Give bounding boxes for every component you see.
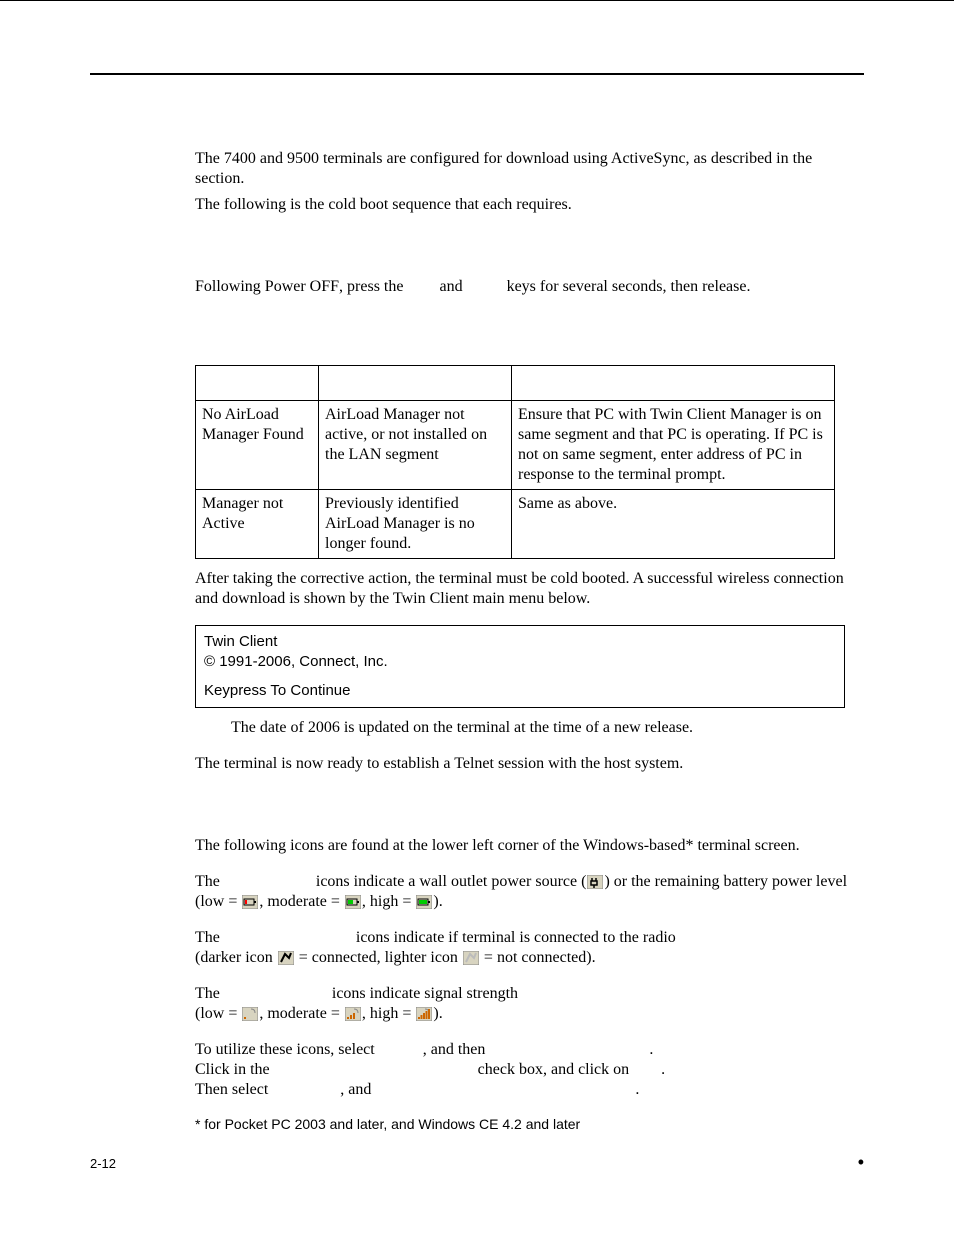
- table-header: [196, 366, 319, 401]
- text: To utilize these icons, select: [195, 1041, 379, 1058]
- text: The: [195, 985, 224, 1002]
- cell-cause: AirLoad Manager not active, or not insta…: [319, 401, 512, 490]
- radio-icons-paragraph: The icons indicate if terminal is connec…: [195, 928, 864, 968]
- note-paragraph: The date of 2006 is updated on the termi…: [231, 718, 864, 738]
- after-table-paragraph: After taking the corrective action, the …: [195, 569, 864, 609]
- terminal-line: Twin Client: [204, 632, 836, 652]
- text: The 7400 and 9500 terminals are configur…: [195, 150, 812, 167]
- battery-high-icon: [416, 895, 432, 909]
- text: Then select: [195, 1081, 272, 1098]
- page-footer: 2-12 •: [90, 1151, 864, 1174]
- text: The: [195, 929, 224, 946]
- cell-action: Ensure that PC with Twin Client Manager …: [512, 401, 835, 490]
- text: icons indicate if terminal is connected …: [352, 929, 676, 946]
- radio-notconnected-icon: [463, 951, 479, 965]
- table-header: [512, 366, 835, 401]
- text: , moderate =: [259, 893, 344, 910]
- text: .: [635, 1081, 639, 1098]
- terminal-line: © 1991-2006, Connect, Inc.: [204, 652, 836, 672]
- text: check box, and click on: [474, 1061, 634, 1078]
- plug-icon: [587, 875, 603, 889]
- signal-icons-paragraph: The icons indicate signal strength (low …: [195, 984, 864, 1024]
- body-content: The 7400 and 9500 terminals are configur…: [195, 149, 864, 1133]
- page: The 7400 and 9500 terminals are configur…: [0, 0, 954, 1235]
- signal-low-icon: [242, 1007, 258, 1021]
- text: , and then: [423, 1041, 490, 1058]
- terminal-line: Keypress To Continue: [204, 681, 836, 701]
- troubleshoot-table: No AirLoad Manager Found AirLoad Manager…: [195, 365, 835, 559]
- utilize-paragraph: To utilize these icons, select , and the…: [195, 1040, 864, 1100]
- text: and: [435, 278, 466, 295]
- text-off: OFF: [310, 278, 339, 295]
- footer-dot-icon: •: [858, 1151, 864, 1174]
- text: ).: [433, 1005, 442, 1022]
- terminal-screen: Twin Client © 1991-2006, Connect, Inc. K…: [195, 625, 845, 708]
- text: = connected, lighter icon: [295, 949, 462, 966]
- signal-high-icon: [416, 1007, 432, 1021]
- page-number: 2-12: [90, 1156, 116, 1172]
- cell-message: No AirLoad Manager Found: [196, 401, 319, 490]
- intro-paragraph: The 7400 and 9500 terminals are configur…: [195, 149, 864, 189]
- power-icons-paragraph: The icons indicate a wall outlet power s…: [195, 872, 864, 912]
- cell-action: Same as above.: [512, 490, 835, 559]
- boot-sequence-line: Following Power OFF, press the and keys …: [195, 277, 864, 297]
- text: icons indicate signal strength: [328, 985, 518, 1002]
- text: , high =: [362, 1005, 415, 1022]
- text: , press the: [339, 278, 407, 295]
- icons-intro: The following icons are found at the low…: [195, 836, 864, 856]
- text: (low =: [195, 1005, 241, 1022]
- battery-low-icon: [242, 895, 258, 909]
- cell-message: Manager not Active: [196, 490, 319, 559]
- text: Following Power: [195, 278, 310, 295]
- text: The: [195, 873, 224, 890]
- text: , and: [340, 1081, 375, 1098]
- text: keys for several seconds, then release.: [503, 278, 751, 295]
- text: section.: [195, 170, 244, 187]
- signal-moderate-icon: [345, 1007, 361, 1021]
- top-rule: [90, 73, 864, 75]
- radio-connected-icon: [278, 951, 294, 965]
- cell-cause: Previously identified AirLoad Manager is…: [319, 490, 512, 559]
- table-row: Manager not Active Previously identified…: [196, 490, 835, 559]
- text: Click in the: [195, 1061, 274, 1078]
- ready-paragraph: The terminal is now ready to establish a…: [195, 754, 864, 774]
- text: (darker icon: [195, 949, 277, 966]
- text: = not connected).: [480, 949, 596, 966]
- table-header-row: [196, 366, 835, 401]
- footnote: * for Pocket PC 2003 and later, and Wind…: [195, 1116, 864, 1134]
- text: .: [661, 1061, 665, 1078]
- text: icons indicate a wall outlet power sourc…: [312, 873, 587, 890]
- text: ).: [433, 893, 442, 910]
- battery-moderate-icon: [345, 895, 361, 909]
- text: , high =: [362, 893, 415, 910]
- table-header: [319, 366, 512, 401]
- table-row: No AirLoad Manager Found AirLoad Manager…: [196, 401, 835, 490]
- intro-paragraph-2: The following is the cold boot sequence …: [195, 195, 864, 215]
- text: .: [649, 1041, 653, 1058]
- text: , moderate =: [259, 1005, 344, 1022]
